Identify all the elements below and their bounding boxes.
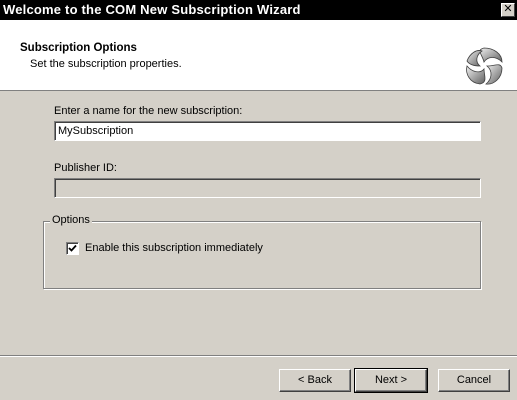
wizard-window: Welcome to the COM New Subscription Wiza… xyxy=(0,0,517,400)
checkmark-icon xyxy=(68,244,77,252)
enable-subscription-label[interactable]: Enable this subscription immediately xyxy=(85,242,263,254)
wizard-header: Subscription Options Set the subscriptio… xyxy=(0,20,517,91)
page-title: Subscription Options xyxy=(20,42,137,54)
window-title: Welcome to the COM New Subscription Wiza… xyxy=(3,2,301,17)
com-wizard-swirl-icon xyxy=(466,47,503,85)
footer-separator xyxy=(0,355,517,357)
publisher-id-input xyxy=(54,178,481,198)
close-icon: ✕ xyxy=(503,3,513,15)
publisher-id-label: Publisher ID: xyxy=(54,162,117,174)
subscription-name-label: Enter a name for the new subscription: xyxy=(54,105,243,117)
back-button[interactable]: < Back xyxy=(279,369,351,392)
subscription-name-input[interactable]: MySubscription xyxy=(54,121,481,141)
enable-subscription-checkbox[interactable] xyxy=(66,242,79,255)
cancel-button[interactable]: Cancel xyxy=(438,369,510,392)
title-bar[interactable]: Welcome to the COM New Subscription Wiza… xyxy=(0,0,517,20)
page-subtitle: Set the subscription properties. xyxy=(30,58,182,70)
options-group-label: Options xyxy=(50,214,92,226)
subscription-name-value: MySubscription xyxy=(58,125,134,137)
next-button[interactable]: Next > xyxy=(354,368,428,393)
close-button[interactable]: ✕ xyxy=(501,3,515,17)
options-groupbox xyxy=(43,221,481,289)
